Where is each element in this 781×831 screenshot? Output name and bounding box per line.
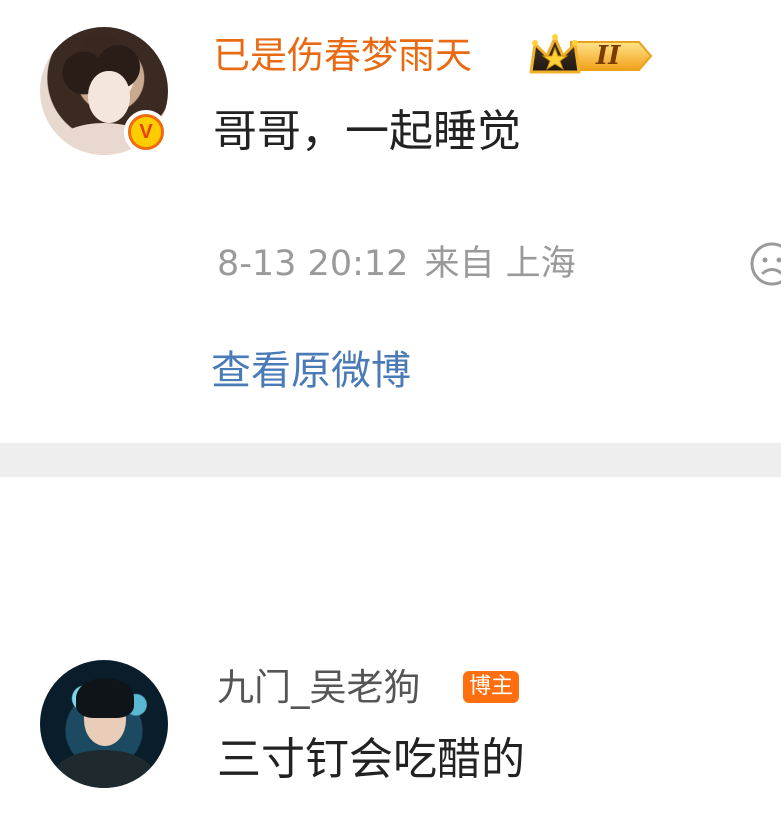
- vip-level-label: II: [596, 41, 621, 71]
- comment-time: 8-13 20:12: [217, 244, 409, 284]
- verified-badge-icon: V: [124, 110, 168, 154]
- comment-meta: 8-13 20:12 来自 上海: [217, 240, 576, 288]
- view-original-link[interactable]: 查看原微博: [211, 343, 411, 399]
- username[interactable]: 已是伤春梦雨天: [213, 30, 472, 82]
- host-badge: 博主: [463, 671, 520, 703]
- avatar-face: [88, 71, 130, 123]
- verified-mark: V: [131, 117, 161, 147]
- avatar[interactable]: [40, 660, 168, 788]
- avatar-hair: [76, 678, 134, 718]
- avatar-body: [54, 750, 154, 788]
- vip-crown-icon[interactable]: [527, 32, 653, 80]
- section-divider: [0, 443, 781, 477]
- sad-face-icon[interactable]: [748, 240, 781, 288]
- cropped-content: [420, 822, 660, 831]
- comment-source: 来自 上海: [424, 244, 576, 284]
- comment-feed: V 已是伤春梦雨天 II 哥哥，一起睡觉 8-13 20:12 来自 上海 查看…: [0, 0, 781, 831]
- comment-text: 哥哥，一起睡觉: [213, 106, 521, 157]
- username[interactable]: 九门_吴老狗: [217, 662, 421, 714]
- comment-text: 三寸钉会吃醋的: [217, 734, 525, 785]
